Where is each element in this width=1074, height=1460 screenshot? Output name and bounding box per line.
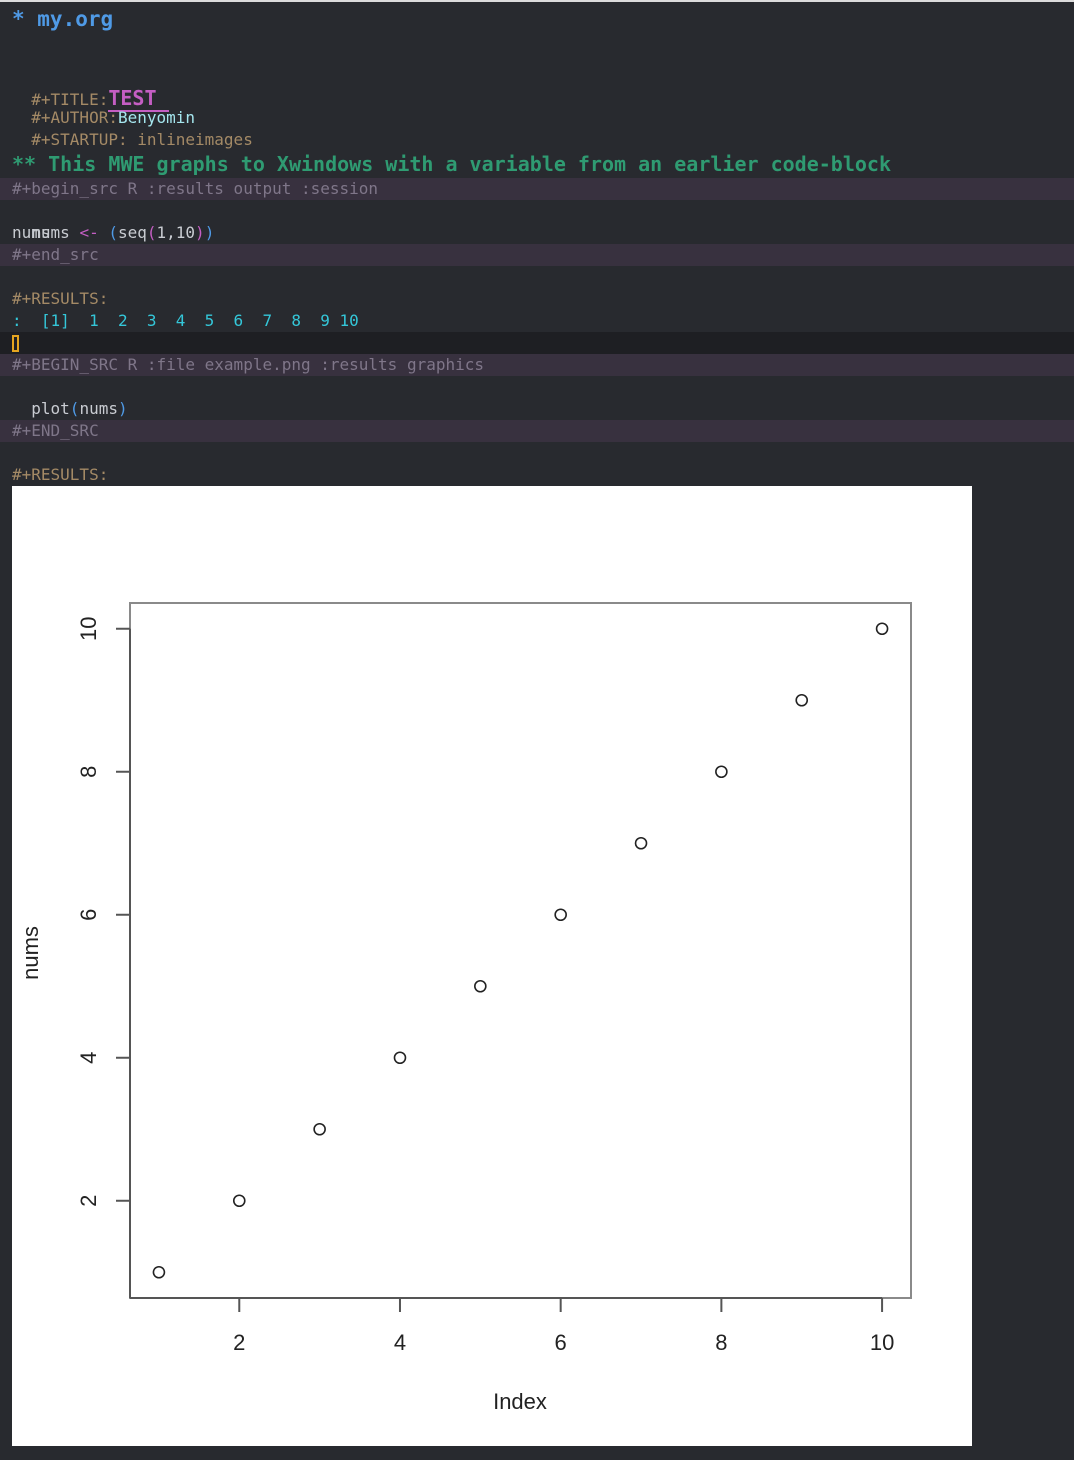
data-point: [232, 1194, 246, 1208]
y-tick-label: 4: [76, 1052, 101, 1064]
data-point: [474, 979, 487, 993]
org-heading-1[interactable]: * my.org: [0, 4, 1074, 34]
text-cursor: [12, 335, 19, 352]
x-tick-label: 4: [394, 1330, 406, 1355]
startup-value: inlineimages: [127, 130, 253, 149]
scatter-plot: 2 4 6 8 10 2 4 6 8 10 Index nums: [18, 602, 912, 1414]
y-tick-label: 8: [76, 766, 101, 778]
results-label-1[interactable]: #+RESULTS:: [0, 288, 1074, 310]
author-keyword-line[interactable]: #+AUTHOR:Benyomin: [0, 85, 1074, 127]
code-line-print[interactable]: nums: [0, 222, 1074, 244]
x-tick-label: 8: [715, 1330, 727, 1355]
x-tick-label: 10: [870, 1330, 894, 1355]
code-paren-open: (: [69, 399, 80, 418]
results-value-1[interactable]: : [1] 1 2 3 4 5 6 7 8 9 10: [0, 310, 1074, 332]
code-arg: nums: [79, 399, 118, 418]
startup-keyword-line[interactable]: #+STARTUP: inlineimages: [0, 107, 1074, 149]
window-top-border: [0, 0, 1074, 2]
y-ticks: 2 4 6 8 10: [76, 616, 130, 1207]
x-ticks: 2 4 6 8 10: [233, 1298, 894, 1355]
startup-key: #+STARTUP:: [31, 130, 128, 149]
data-point: [634, 836, 648, 850]
data-point: [313, 1122, 326, 1136]
data-point: [715, 765, 728, 779]
code-paren-close: ): [117, 399, 128, 418]
x-tick-label: 6: [555, 1330, 567, 1355]
y-tick-label: 2: [76, 1195, 101, 1207]
x-tick-label: 2: [233, 1330, 245, 1355]
code-line-assign[interactable]: nums <- (seq(1,10)): [0, 200, 1074, 242]
src-block-begin-1[interactable]: #+begin_src R :results output :session: [0, 178, 1074, 200]
y-tick-label: 6: [76, 909, 101, 921]
src-block-begin-2[interactable]: #+BEGIN_SRC R :file example.png :results…: [0, 354, 1074, 376]
src-block-end-1[interactable]: #+end_src: [0, 244, 1074, 266]
code-line-plot[interactable]: plot(nums): [0, 376, 1074, 418]
data-point: [554, 908, 567, 922]
org-heading-2[interactable]: ** This MWE graphs to Xwindows with a va…: [0, 150, 1074, 178]
title-keyword-line[interactable]: #+TITLE:TEST: [0, 59, 1074, 112]
code-fn-plot: plot: [31, 399, 70, 418]
inline-plot-image: 2 4 6 8 10 2 4 6 8 10 Index nums: [12, 486, 972, 1446]
y-tick-label: 10: [76, 616, 101, 640]
y-axis-label: nums: [18, 926, 43, 980]
plot-frame: [129, 602, 912, 1299]
data-points: [152, 622, 889, 1279]
cursor-line[interactable]: [0, 332, 1074, 354]
data-point: [393, 1051, 407, 1065]
data-point: [152, 1265, 166, 1279]
x-axis-label: Index: [493, 1389, 547, 1414]
src-block-end-2[interactable]: #+END_SRC: [0, 420, 1074, 442]
results-label-2[interactable]: #+RESULTS:: [0, 464, 1074, 486]
data-point: [795, 693, 809, 707]
data-point: [875, 622, 889, 636]
